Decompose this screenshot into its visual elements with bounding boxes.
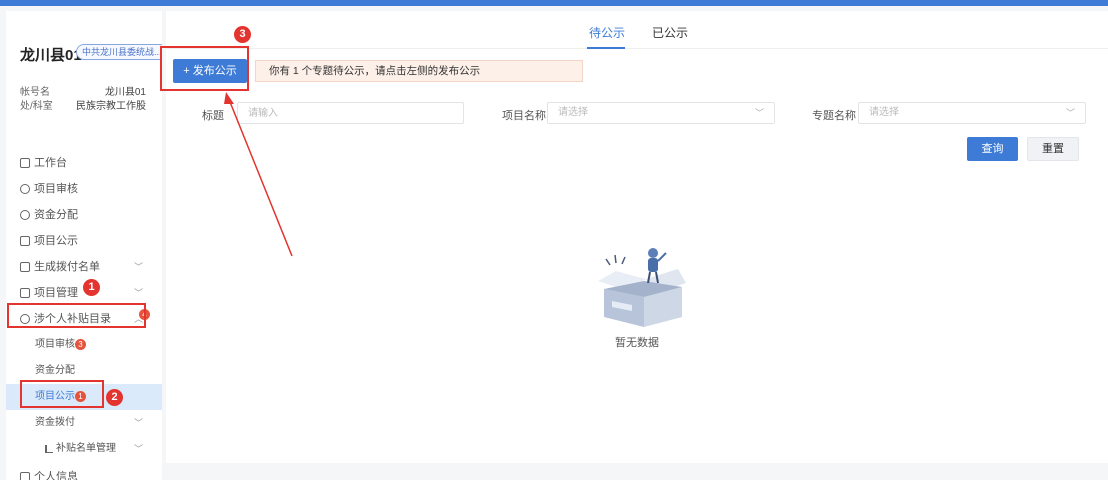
annotation-arrow xyxy=(224,92,293,257)
